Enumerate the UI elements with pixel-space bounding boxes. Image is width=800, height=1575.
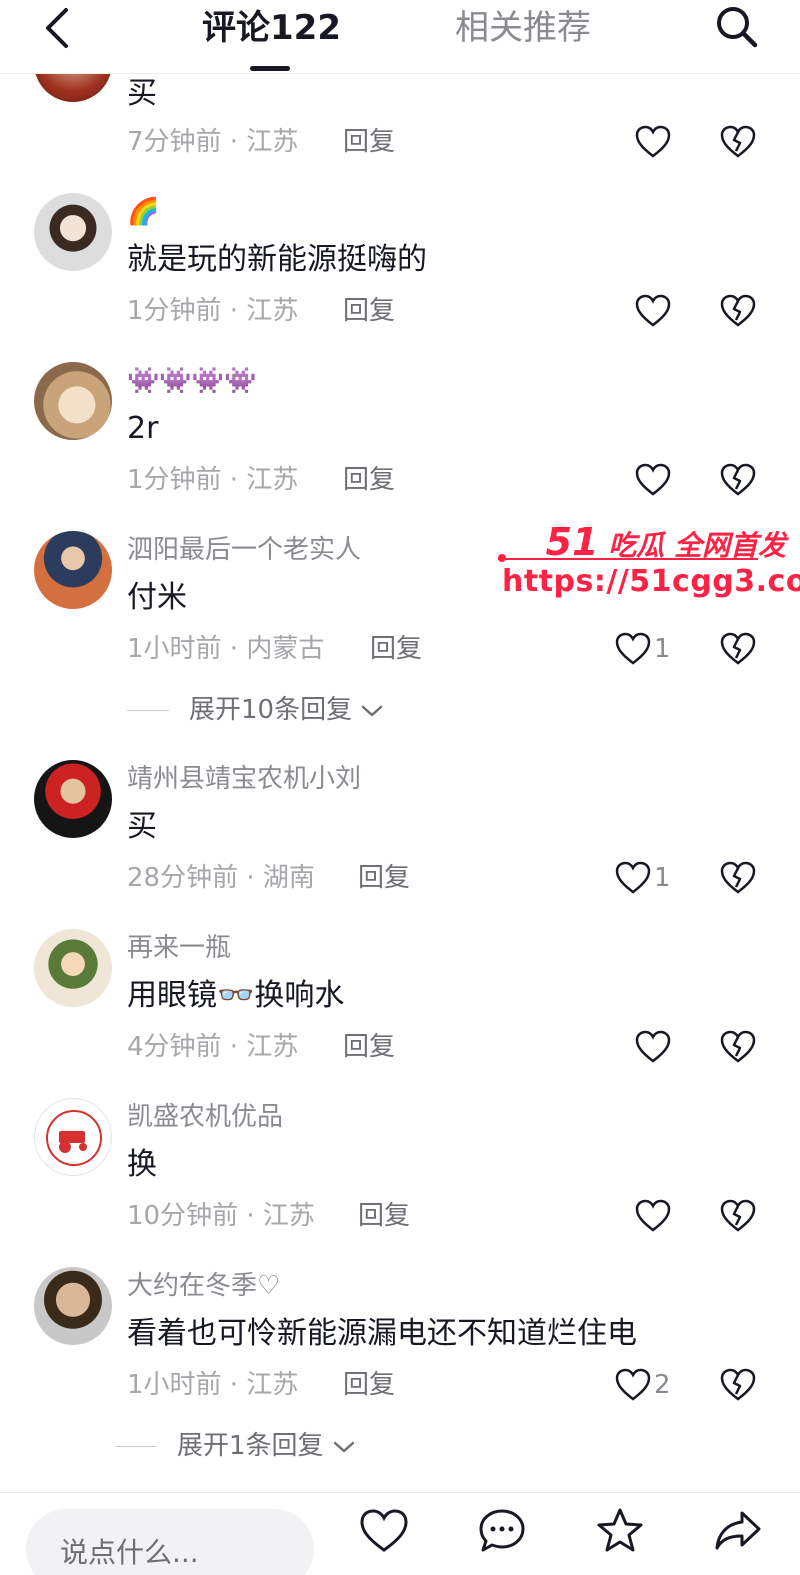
comment-username[interactable]: 再来一瓶 (127, 931, 231, 965)
heart-icon[interactable] (635, 1199, 671, 1233)
expand-replies-button[interactable]: 展开1条回复 (115, 1428, 356, 1464)
reply-button[interactable]: 回复 (343, 124, 395, 160)
comment-input[interactable]: 说点什么... (26, 1509, 314, 1575)
heart-icon[interactable] (615, 632, 651, 666)
comment-text: 买 (127, 76, 157, 111)
avatar[interactable] (34, 929, 112, 1007)
comment-meta: 1小时前 · 内蒙古 (127, 634, 325, 664)
like-count: 1 (654, 634, 671, 664)
watermark-url: https://51cgg3.com (502, 564, 800, 599)
expand-replies-label: 展开10条回复 (189, 695, 353, 725)
avatar[interactable] (34, 1098, 112, 1176)
watermark: 51 吃瓜 全网首发 https://51cgg3.com (498, 520, 800, 610)
avatar[interactable] (34, 531, 112, 609)
broken-heart-icon[interactable] (720, 463, 756, 497)
broken-heart-icon[interactable] (720, 1030, 756, 1064)
comment-input-placeholder: 说点什么... (60, 1536, 199, 1569)
expand-replies-button[interactable]: 展开10条回复 (127, 692, 384, 728)
like-count: 1 (654, 863, 671, 893)
chevron-down-icon (333, 1441, 355, 1452)
comment-item: 靖州县靖宝农机小刘 买 28分钟前 · 湖南 回复 1 (0, 747, 800, 917)
like-count: 2 (654, 1370, 671, 1400)
comment-meta: 1分钟前 · 江苏 (127, 296, 299, 326)
comment-text: 用眼镜👓换响水 (127, 978, 345, 1013)
divider-line (115, 1446, 157, 1447)
watermark-line (498, 558, 758, 560)
comment-text: 2r (127, 411, 159, 446)
avatar[interactable] (34, 193, 112, 271)
star-icon[interactable] (594, 1505, 646, 1557)
comment-username[interactable]: 泗阳最后一个老实人 (127, 533, 361, 567)
heart-icon[interactable] (635, 1030, 671, 1064)
comment-username[interactable]: 🌈 (127, 195, 159, 229)
reply-button[interactable]: 回复 (358, 860, 410, 896)
heart-icon[interactable] (358, 1505, 410, 1557)
comment-meta: 1分钟前 · 江苏 (127, 465, 299, 495)
avatar[interactable] (34, 362, 112, 440)
comment-text: 换 (127, 1147, 157, 1182)
comment-item: 👾👾👾👾 2r 1分钟前 · 江苏 回复 (0, 349, 800, 519)
heart-icon[interactable] (615, 1368, 651, 1402)
heart-icon[interactable] (635, 294, 671, 328)
heart-icon[interactable] (615, 861, 651, 895)
active-tab-indicator (250, 66, 290, 71)
bottom-bar: 说点什么... (0, 1492, 800, 1575)
reply-button[interactable]: 回复 (343, 1367, 395, 1403)
comment-text: 看着也可怜新能源漏电还不知道烂住电 (127, 1316, 637, 1351)
comment-meta: 1小时前 · 江苏 (127, 1370, 299, 1400)
back-arrow-icon[interactable] (38, 6, 78, 50)
heart-icon[interactable] (635, 463, 671, 497)
comment-item: 再来一瓶 用眼镜👓换响水 4分钟前 · 江苏 回复 (0, 916, 800, 1086)
broken-heart-icon[interactable] (720, 861, 756, 895)
broken-heart-icon[interactable] (720, 632, 756, 666)
comment-text: 就是玩的新能源挺嗨的 (127, 242, 427, 277)
tab-comments[interactable]: 评论122 (202, 6, 341, 50)
comment-text: 付米 (127, 580, 187, 615)
comment-item: 🌈 就是玩的新能源挺嗨的 1分钟前 · 江苏 回复 (0, 180, 800, 350)
comment-meta: 4分钟前 · 江苏 (127, 1032, 299, 1062)
comment-meta: 28分钟前 · 湖南 (127, 863, 315, 893)
tractor-logo-icon (46, 1110, 102, 1166)
search-icon[interactable] (712, 2, 762, 52)
comment-item: 凯盛农机优品 换 10分钟前 · 江苏 回复 (0, 1085, 800, 1255)
reply-button[interactable]: 回复 (343, 293, 395, 329)
comment-username[interactable]: 大约在冬季♡ (127, 1269, 280, 1303)
broken-heart-icon[interactable] (720, 1199, 756, 1233)
reply-button[interactable]: 回复 (343, 1029, 395, 1065)
tab-recommend[interactable]: 相关推荐 (455, 6, 591, 50)
comment-bubble-icon[interactable] (476, 1505, 528, 1557)
reply-button[interactable]: 回复 (358, 1198, 410, 1234)
broken-heart-icon[interactable] (720, 125, 756, 159)
comment-username[interactable]: 👾👾👾👾 (127, 364, 257, 398)
avatar[interactable] (34, 1267, 112, 1345)
comment-username[interactable]: 凯盛农机优品 (127, 1100, 283, 1134)
expand-replies-label: 展开1条回复 (177, 1431, 324, 1461)
broken-heart-icon[interactable] (720, 294, 756, 328)
reply-button[interactable]: 回复 (370, 631, 422, 667)
comment-meta: 10分钟前 · 江苏 (127, 1201, 315, 1231)
divider-line (127, 710, 169, 711)
comment-meta: 7分钟前 · 江苏 (127, 127, 299, 157)
comment-item: 大约在冬季♡ 看着也可怜新能源漏电还不知道烂住电 1小时前 · 江苏 回复 2 (0, 1254, 800, 1424)
comment-text: 买 (127, 809, 157, 844)
heart-icon[interactable] (635, 125, 671, 159)
avatar[interactable] (34, 760, 112, 838)
chevron-down-icon (362, 705, 383, 716)
share-arrow-icon[interactable] (712, 1505, 764, 1557)
top-bar: 评论122 相关推荐 (0, 0, 800, 74)
comment-username[interactable]: 靖州县靖宝农机小刘 (127, 762, 361, 796)
broken-heart-icon[interactable] (720, 1368, 756, 1402)
reply-button[interactable]: 回复 (343, 462, 395, 498)
